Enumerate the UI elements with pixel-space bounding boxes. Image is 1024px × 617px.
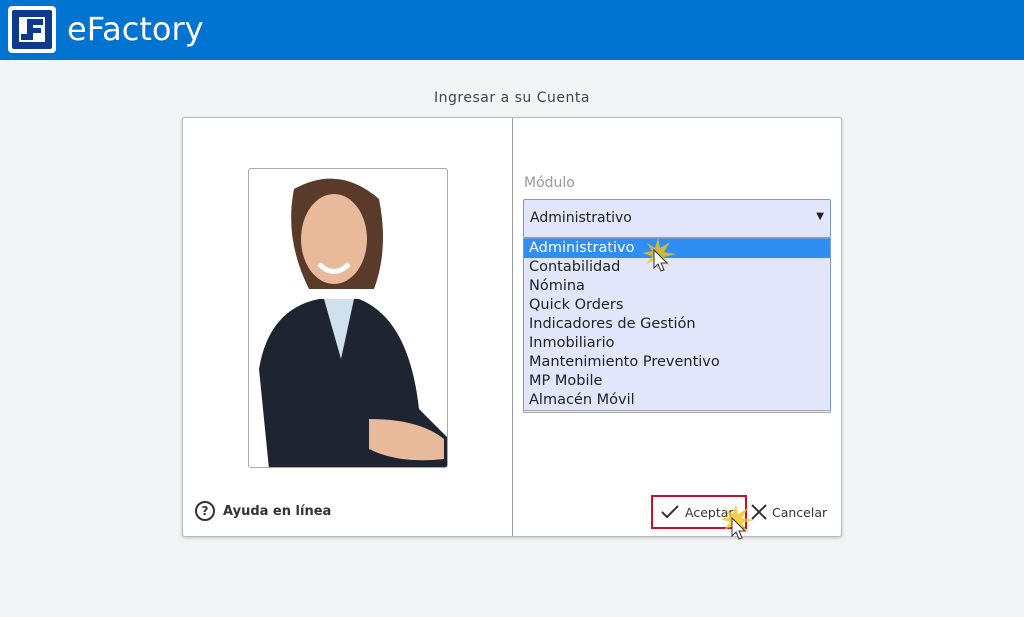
dropdown-arrow-icon: ▼	[816, 211, 824, 222]
cancel-label: Cancelar	[772, 504, 828, 520]
efactory-logo	[8, 6, 56, 53]
selected-module: Administrativo	[530, 210, 632, 226]
module-option[interactable]: Indicadores de Gestión	[524, 315, 830, 334]
login-title: Ingresar a su Cuenta	[434, 90, 590, 106]
app-title: eFactory	[67, 10, 204, 48]
module-option[interactable]: Inmobiliario	[524, 334, 830, 353]
module-option[interactable]: Nómina	[524, 277, 830, 296]
app-header: eFactory	[0, 0, 1024, 60]
online-help-link[interactable]: ? Ayuda en línea	[195, 501, 331, 521]
module-option[interactable]: Almacén Móvil	[524, 391, 830, 410]
help-label: Ayuda en línea	[223, 503, 332, 519]
login-card: ? Ayuda en línea Módulo Administrativo ▼…	[182, 117, 842, 537]
user-photo	[248, 168, 448, 468]
click-cursor-icon	[642, 238, 676, 272]
help-question-icon: ?	[195, 501, 215, 521]
module-option[interactable]: MP Mobile	[524, 372, 830, 391]
click-cursor-icon	[720, 504, 754, 540]
divider	[512, 118, 513, 536]
module-option[interactable]: Mantenimiento Preventivo	[524, 353, 830, 372]
module-label: Módulo	[524, 175, 575, 191]
module-option[interactable]: Quick Orders	[524, 296, 830, 315]
checkmark-icon	[661, 505, 679, 519]
cancel-button[interactable]: Cancelar	[751, 495, 827, 529]
module-select[interactable]: Administrativo ▼	[523, 199, 831, 238]
